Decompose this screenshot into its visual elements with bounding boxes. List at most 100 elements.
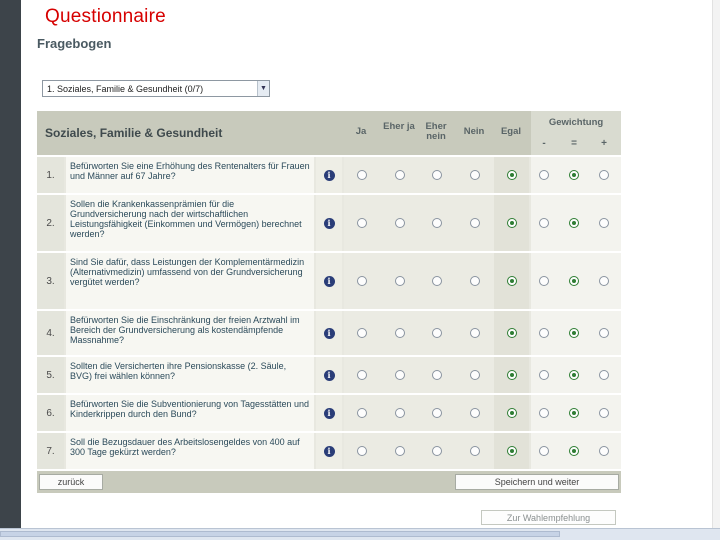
table-row: 4. Befürworten Sie die Einschränkung der …: [37, 311, 621, 355]
weight-radio[interactable]: [599, 370, 609, 380]
question-number: 3.: [37, 253, 64, 309]
answer-radio[interactable]: [470, 370, 480, 380]
weight-radio[interactable]: [599, 276, 609, 286]
answer-radio[interactable]: [395, 446, 405, 456]
question-number: 4.: [37, 311, 64, 355]
answer-radio[interactable]: [507, 218, 517, 228]
voting-advice-button[interactable]: Zur Wahlempfehlung: [481, 510, 616, 525]
question-text: Sind Sie dafür, dass Leistungen der Komp…: [66, 253, 314, 309]
answer-radio[interactable]: [470, 408, 480, 418]
form-title: Fragebogen: [37, 36, 112, 51]
answer-radio[interactable]: [395, 218, 405, 228]
answer-radio[interactable]: [507, 446, 517, 456]
weight-symbol: +: [601, 138, 607, 149]
weight-radio[interactable]: [539, 408, 549, 418]
answer-radio[interactable]: [395, 370, 405, 380]
question-rows: 1. Befürworten Sie eine Erhöhung des Rent…: [37, 157, 621, 469]
info-icon[interactable]: i: [323, 217, 335, 229]
answer-radio[interactable]: [507, 370, 517, 380]
weight-radio[interactable]: [569, 276, 579, 286]
info-cell: i: [316, 433, 342, 469]
info-cell: i: [316, 253, 342, 309]
answer-radio[interactable]: [470, 170, 480, 180]
right-scroll-edge: [712, 0, 720, 530]
question-text: Befürworten Sie die Einschränkung der fr…: [66, 311, 314, 355]
answer-radio[interactable]: [432, 170, 442, 180]
answer-radio[interactable]: [395, 276, 405, 286]
answer-radio[interactable]: [432, 370, 442, 380]
answer-radio[interactable]: [470, 276, 480, 286]
status-bar: [0, 528, 720, 540]
column-header: Egal: [500, 126, 522, 137]
table-row: 1. Befürworten Sie eine Erhöhung des Rent…: [37, 157, 621, 193]
answer-radio[interactable]: [395, 328, 405, 338]
weight-radio[interactable]: [569, 170, 579, 180]
info-cell: i: [316, 157, 342, 193]
weight-radio[interactable]: [569, 370, 579, 380]
question-text: Soll die Bezugsdauer des Arbeitslosengel…: [66, 433, 314, 469]
answer-radio[interactable]: [432, 408, 442, 418]
weight-radio[interactable]: [599, 170, 609, 180]
weight-radio[interactable]: [569, 328, 579, 338]
weight-radio[interactable]: [539, 328, 549, 338]
answer-radio[interactable]: [357, 218, 367, 228]
column-header: Nein: [463, 126, 485, 137]
table-row: 2. Sollen die Krankenkassenprämien für di…: [37, 195, 621, 251]
column-header: Ja: [355, 126, 367, 137]
info-cell: i: [316, 395, 342, 431]
question-number: 1.: [37, 157, 64, 193]
weight-radio[interactable]: [539, 170, 549, 180]
slide-title: Questionnaire: [45, 6, 166, 27]
answer-radio[interactable]: [357, 276, 367, 286]
answer-radio[interactable]: [470, 446, 480, 456]
answer-radio[interactable]: [507, 408, 517, 418]
weight-radio[interactable]: [599, 218, 609, 228]
weight-radio[interactable]: [569, 446, 579, 456]
chevron-down-icon[interactable]: ▼: [257, 81, 269, 96]
answer-radio[interactable]: [432, 276, 442, 286]
info-icon[interactable]: i: [323, 275, 335, 287]
answer-radio[interactable]: [357, 408, 367, 418]
answer-radio[interactable]: [470, 218, 480, 228]
weight-radio[interactable]: [599, 408, 609, 418]
table-row: 5. Sollten die Versicherten ihre Pensions…: [37, 357, 621, 393]
weight-radio[interactable]: [539, 276, 549, 286]
weight-radio[interactable]: [599, 446, 609, 456]
answer-radio[interactable]: [357, 170, 367, 180]
answer-radio[interactable]: [507, 170, 517, 180]
answer-radio[interactable]: [432, 446, 442, 456]
answer-radio[interactable]: [395, 170, 405, 180]
weight-radio[interactable]: [539, 370, 549, 380]
answer-radio[interactable]: [432, 218, 442, 228]
answer-radio[interactable]: [470, 328, 480, 338]
horizontal-scrollbar[interactable]: [0, 531, 560, 537]
answer-radio[interactable]: [357, 370, 367, 380]
answer-radio[interactable]: [507, 276, 517, 286]
answer-radio[interactable]: [357, 446, 367, 456]
answer-radio[interactable]: [432, 328, 442, 338]
weight-radio[interactable]: [599, 328, 609, 338]
info-cell: i: [316, 357, 342, 393]
info-icon[interactable]: i: [323, 407, 335, 419]
button-bar: zurück Speichern und weiter: [37, 471, 621, 493]
weight-radio[interactable]: [539, 446, 549, 456]
weight-radio[interactable]: [569, 408, 579, 418]
info-icon[interactable]: i: [323, 369, 335, 381]
table-row: 7. Soll die Bezugsdauer des Arbeitsloseng…: [37, 433, 621, 469]
weight-radio[interactable]: [569, 218, 579, 228]
question-number: 6.: [37, 395, 64, 431]
section-select[interactable]: 1. Soziales, Familie & Gesundheit (0/7) …: [42, 80, 270, 97]
weight-header: Gewichtung: [548, 117, 604, 128]
questionnaire-table: Soziales, Familie & Gesundheit Gewichtun…: [37, 111, 621, 493]
weight-radio[interactable]: [539, 218, 549, 228]
info-icon[interactable]: i: [323, 169, 335, 181]
info-icon[interactable]: i: [323, 327, 335, 339]
section-title: Soziales, Familie & Gesundheit: [45, 126, 223, 140]
save-next-button[interactable]: Speichern und weiter: [455, 474, 619, 490]
answer-radio[interactable]: [395, 408, 405, 418]
info-icon[interactable]: i: [323, 445, 335, 457]
answer-radio[interactable]: [507, 328, 517, 338]
answer-radio[interactable]: [357, 328, 367, 338]
back-button[interactable]: zurück: [39, 474, 103, 490]
question-text: Befürworten Sie die Subventionierung von…: [66, 395, 314, 431]
